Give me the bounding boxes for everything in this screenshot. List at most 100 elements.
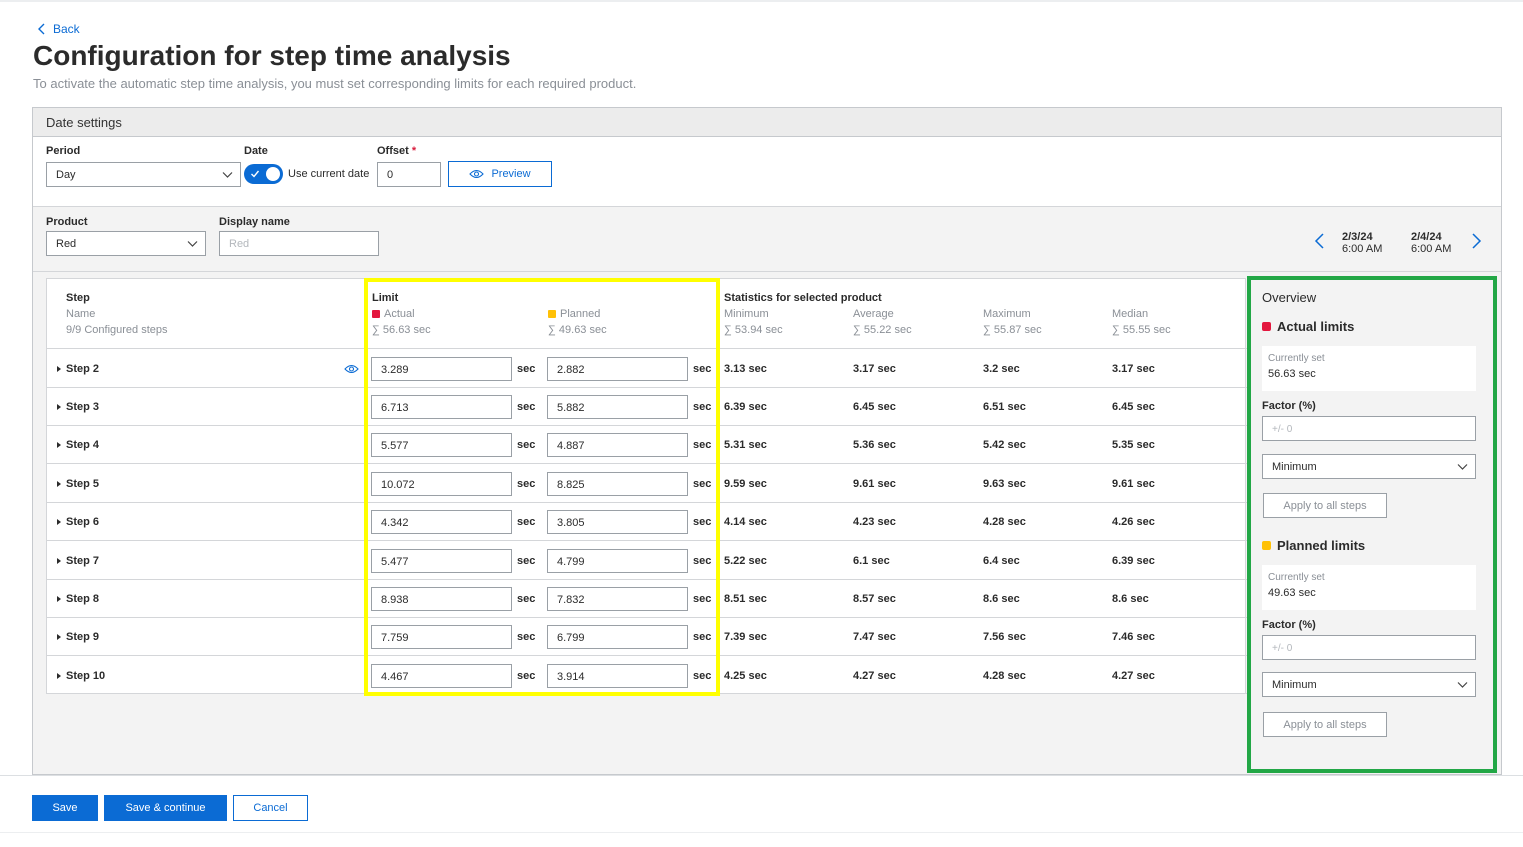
eye-icon[interactable] — [344, 364, 359, 374]
expand-icon — [57, 366, 61, 372]
actual-header: Actual — [372, 308, 415, 320]
actual-apply-button[interactable]: Apply to all steps — [1263, 493, 1387, 518]
offset-label-text: Offset — [377, 145, 409, 157]
median-value: 4.26 sec — [1112, 516, 1155, 528]
actual-limit-input[interactable]: 8.938 — [371, 587, 512, 611]
minimum-value: 4.14 sec — [724, 516, 767, 528]
cancel-button[interactable]: Cancel — [233, 795, 308, 821]
actual-limit-input[interactable]: 7.759 — [371, 625, 512, 649]
planned-factor-label: Factor (%) — [1262, 619, 1316, 631]
period-select[interactable]: Day — [46, 162, 241, 187]
next-range-icon[interactable] — [1470, 233, 1482, 249]
step-name[interactable]: Step 8 — [57, 593, 99, 605]
actual-marker — [372, 310, 380, 318]
minimum-value: 3.13 sec — [724, 363, 767, 375]
actual-limit-input[interactable]: 3.289 — [371, 357, 512, 381]
planned-limit-input[interactable]: 5.882 — [547, 395, 688, 419]
unit-label: sec — [693, 670, 712, 682]
back-link[interactable]: Back — [37, 22, 80, 36]
unit-label: sec — [517, 631, 536, 643]
actual-limit-input[interactable]: 4.342 — [371, 510, 512, 534]
overview-title: Overview — [1262, 290, 1317, 305]
planned-factor-input[interactable]: +/- 0 — [1262, 635, 1476, 660]
planned-currently-set: Currently set 49.63 sec — [1262, 565, 1476, 610]
step-label: Step 5 — [66, 478, 100, 490]
planned-mode-select[interactable]: Minimum — [1262, 672, 1476, 697]
maximum-value: 4.28 sec — [983, 670, 1026, 682]
actual-limit-input[interactable]: 4.467 — [371, 664, 512, 688]
expand-icon — [57, 442, 61, 448]
expand-icon — [57, 673, 61, 679]
planned-marker — [1262, 541, 1271, 550]
step-name[interactable]: Step 4 — [57, 439, 99, 451]
average-sum: ∑ 55.22 sec — [853, 324, 912, 336]
currently-set-label: Currently set — [1268, 572, 1325, 583]
table-row: Step 7 5.477 sec 4.799 sec 5.22 sec 6.1 sec 6.4… — [47, 540, 1247, 579]
actual-limit-input[interactable]: 5.577 — [371, 433, 512, 457]
step-name[interactable]: Step 7 — [57, 555, 99, 567]
save-button[interactable]: Save — [32, 795, 98, 821]
actual-limit-input[interactable]: 10.072 — [371, 472, 512, 496]
planned-limit-input[interactable]: 3.805 — [547, 510, 688, 534]
planned-limit-input[interactable]: 7.832 — [547, 587, 688, 611]
actual-limit-input[interactable]: 6.713 — [371, 395, 512, 419]
expand-icon — [57, 404, 61, 410]
planned-limit-input[interactable]: 4.887 — [547, 433, 688, 457]
maximum-value: 7.56 sec — [983, 631, 1026, 643]
actual-mode-select[interactable]: Minimum — [1262, 454, 1476, 479]
back-label: Back — [53, 22, 80, 36]
product-bar: Product Red Display name Red 2/3/24 6:00… — [33, 207, 1501, 272]
planned-header: Planned — [548, 308, 600, 320]
planned-limit-input[interactable]: 8.825 — [547, 472, 688, 496]
actual-factor-label: Factor (%) — [1262, 400, 1316, 412]
median-value: 9.61 sec — [1112, 478, 1155, 490]
use-current-date-toggle[interactable] — [244, 164, 283, 184]
step-name[interactable]: Step 6 — [57, 516, 99, 528]
date-settings-header: Date settings — [33, 108, 1501, 137]
step-label: Step 2 — [66, 363, 100, 375]
step-name[interactable]: Step 5 — [57, 478, 99, 490]
planned-mode-value: Minimum — [1272, 679, 1317, 691]
planned-apply-button[interactable]: Apply to all steps — [1263, 712, 1387, 737]
unit-label: sec — [517, 439, 536, 451]
save-continue-button[interactable]: Save & continue — [104, 795, 227, 821]
limit-header: Limit — [372, 292, 399, 304]
average-value: 6.45 sec — [853, 401, 896, 413]
product-value: Red — [56, 238, 77, 250]
display-name-input[interactable]: Red — [219, 231, 379, 256]
planned-limit-input[interactable]: 2.882 — [547, 357, 688, 381]
preview-button[interactable]: Preview — [448, 161, 552, 187]
product-select[interactable]: Red — [46, 231, 206, 256]
planned-limit-input[interactable]: 4.799 — [547, 549, 688, 573]
currently-set-value: 56.63 sec — [1268, 368, 1316, 380]
maximum-value: 8.6 sec — [983, 593, 1020, 605]
unit-label: sec — [693, 363, 712, 375]
planned-marker — [548, 310, 556, 318]
offset-label: Offset * — [377, 145, 416, 157]
actual-mode-value: Minimum — [1272, 461, 1317, 473]
average-value: 6.1 sec — [853, 555, 890, 567]
actual-factor-input[interactable]: +/- 0 — [1262, 416, 1476, 441]
step-name[interactable]: Step 9 — [57, 631, 99, 643]
step-name[interactable]: Step 2 — [57, 363, 99, 375]
offset-input[interactable]: 0 — [377, 162, 441, 187]
top-divider — [0, 0, 1523, 2]
step-label: Step 4 — [66, 439, 100, 451]
step-name[interactable]: Step 3 — [57, 401, 99, 413]
planned-label: Planned — [560, 308, 601, 320]
step-name[interactable]: Step 10 — [57, 670, 105, 682]
planned-limit-input[interactable]: 6.799 — [547, 625, 688, 649]
unit-label: sec — [517, 401, 536, 413]
unit-label: sec — [517, 555, 536, 567]
settings-panel: Date settings Period Day Date Use curren… — [32, 107, 1502, 775]
previous-range-icon[interactable] — [1314, 233, 1326, 249]
step-label: Step 8 — [66, 593, 100, 605]
expand-icon — [57, 558, 61, 564]
actual-limit-input[interactable]: 5.477 — [371, 549, 512, 573]
planned-limit-input[interactable]: 3.914 — [547, 664, 688, 688]
average-value: 8.57 sec — [853, 593, 896, 605]
median-value: 3.17 sec — [1112, 363, 1155, 375]
toggle-knob — [266, 167, 280, 181]
expand-icon — [57, 481, 61, 487]
range-end: 2/4/24 6:00 AM — [1411, 231, 1451, 255]
